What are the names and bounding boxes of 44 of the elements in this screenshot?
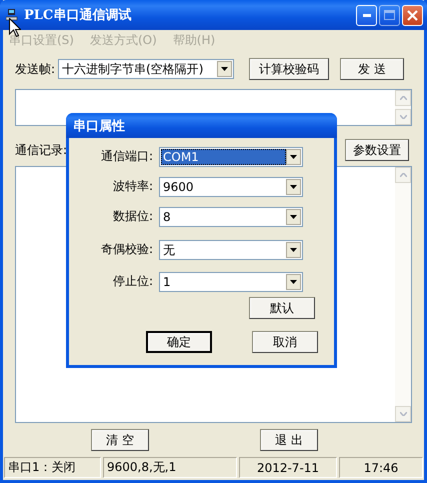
scrollbar-track[interactable] <box>395 106 411 109</box>
setting-dropdown[interactable]: 9600 <box>159 176 303 196</box>
setting-dropdown[interactable]: 无 <box>159 240 303 260</box>
minimize-button[interactable] <box>356 4 377 26</box>
field-label: 奇偶校验: <box>100 241 154 258</box>
status-panel: 17:46 <box>339 457 423 478</box>
close-icon <box>407 10 418 20</box>
field-label: 停止位: <box>112 273 154 290</box>
dropdown-arrow-icon <box>290 248 297 252</box>
checksum-button[interactable]: 计算校验码 <box>249 58 330 80</box>
scroll-down-button[interactable] <box>395 406 411 422</box>
settings-button[interactable]: 参数设置 <box>345 139 409 161</box>
send-button[interactable]: 发 送 <box>340 58 404 80</box>
scroll-down-button[interactable] <box>395 109 411 125</box>
dropdown-arrow-icon <box>290 154 297 158</box>
status-panel: 2012-7-11 <box>239 457 337 478</box>
status-panel: 串口1：关闭 <box>4 457 101 478</box>
field-label: 通信端口: <box>100 148 154 165</box>
scroll-up-button[interactable] <box>395 167 411 183</box>
ok-button[interactable]: 确定 <box>146 331 212 353</box>
dropdown-arrow-icon <box>290 184 297 188</box>
cancel-button[interactable]: 取消 <box>252 331 318 353</box>
field-label: 数据位: <box>112 208 154 225</box>
exit-button[interactable]: 退 出 <box>260 429 318 451</box>
scroll-up-button[interactable] <box>395 90 411 106</box>
clear-button[interactable]: 清 空 <box>91 429 149 451</box>
log-label: 通信记录: <box>15 142 68 158</box>
default-button[interactable]: 默认 <box>249 297 315 319</box>
frame-type-dropdown[interactable]: 十六进制字节串(空格隔开) <box>58 59 234 79</box>
setting-dropdown[interactable]: COM1 <box>159 146 303 166</box>
field-label: 发送帧: <box>15 60 56 78</box>
computer-icon <box>6 9 18 21</box>
setting-dropdown[interactable]: 1 <box>159 272 303 292</box>
close-button[interactable] <box>402 4 423 26</box>
window-title: PLC串口通信调试 <box>24 7 132 24</box>
status-panel: 9600,8,无,1 <box>103 457 237 478</box>
dropdown-arrow-icon <box>290 280 297 284</box>
maximize-icon <box>384 10 395 20</box>
dropdown-arrow-icon <box>290 214 297 218</box>
field-label: 波特率: <box>112 178 154 195</box>
dialog-title: 串口属性 <box>73 118 125 134</box>
setting-dropdown[interactable]: 8 <box>159 206 303 226</box>
minimize-icon <box>362 14 370 16</box>
dropdown-arrow-icon <box>221 67 228 71</box>
